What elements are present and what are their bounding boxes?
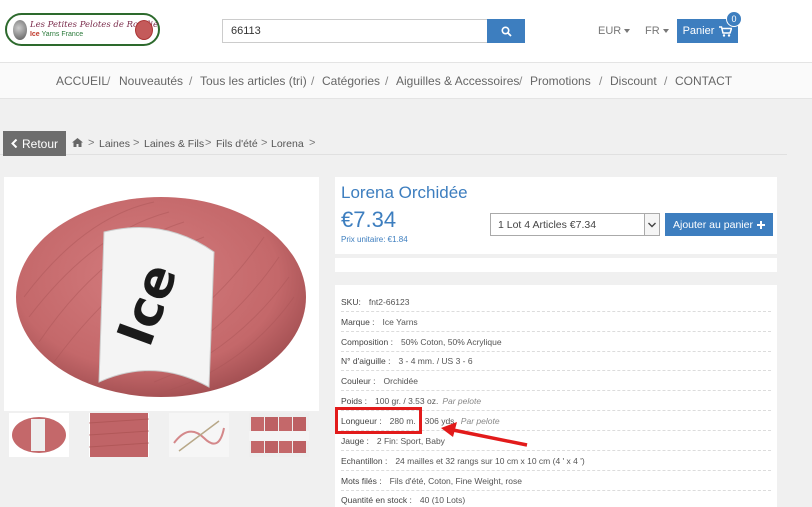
- nav-item-promotions[interactable]: Promotions: [530, 74, 591, 88]
- knitting-sample-image: [169, 413, 229, 457]
- chevron-down-icon: [644, 214, 659, 235]
- detail-row-composition: Composition :50% Coton, 50% Acrylique: [341, 332, 771, 352]
- cart-count-badge: 0: [726, 11, 742, 27]
- detail-row-brand: Marque : Ice Yarns: [341, 312, 771, 332]
- nav-item-accueil[interactable]: ACCUEIL: [56, 74, 108, 88]
- search-button[interactable]: [487, 19, 525, 43]
- detail-row-color: Couleur : Orchidée: [341, 371, 771, 391]
- breadcrumb-fils-ete[interactable]: Fils d'été: [216, 138, 258, 150]
- length-highlight-box: [335, 407, 422, 434]
- thumbnail-1[interactable]: [9, 413, 69, 457]
- search-input[interactable]: [222, 19, 487, 43]
- breadcrumb-laines[interactable]: Laines: [99, 138, 130, 150]
- caret-down-icon: [662, 29, 669, 34]
- cart-label: Panier: [682, 25, 715, 37]
- detail-row-needle: N° d'aiguille :3 - 4 mm. / US 3 - 6: [341, 351, 771, 371]
- nav-item-categories[interactable]: Catégories: [322, 74, 380, 88]
- back-button[interactable]: Retour: [3, 131, 66, 156]
- main-nav: ACCUEIL / Nouveautés / Tous les articles…: [0, 62, 812, 99]
- detail-row-keywords: Mots filés : Fils d'été, Coton, Fine Weig…: [341, 471, 771, 491]
- annotation-arrow-icon: [441, 422, 528, 447]
- detail-row-stock: Quantité en stock :40 (10 Lots): [341, 495, 466, 505]
- lot-select[interactable]: 1 Lot 4 Articles €7.34: [490, 213, 660, 236]
- product-price: €7.34: [341, 207, 397, 232]
- add-to-cart-button[interactable]: Ajouter au panier: [665, 213, 773, 236]
- site-header: Les Petites Pelotes de Rosalie Ice Yarns…: [0, 0, 812, 62]
- chevron-left-icon: [11, 139, 18, 148]
- nav-item-nouveautes[interactable]: Nouveautés: [119, 74, 183, 88]
- plus-icon: [756, 220, 765, 229]
- detail-row-sample: Echantillon :24 mailles et 32 rangs sur …: [341, 451, 771, 471]
- search-icon: [500, 25, 512, 37]
- nav-item-aiguilles-accessoires[interactable]: Aiguilles & Accessoires: [396, 74, 519, 88]
- detail-row-sku: SKU: fnt2-66123: [341, 292, 771, 312]
- yarn-ball-image: Ice: [16, 197, 306, 397]
- product-title: Lorena Orchidée: [341, 183, 468, 202]
- yarn-texture-image: [88, 413, 150, 457]
- thumbnail-3[interactable]: [169, 413, 229, 457]
- thumbnail-2[interactable]: [88, 413, 150, 457]
- nav-item-discount[interactable]: Discount: [610, 74, 657, 88]
- yarn-pack-image: [249, 413, 309, 457]
- currency-selector[interactable]: EUR: [598, 25, 631, 37]
- yarn-ball-icon: [13, 19, 27, 40]
- yarn-thumbnail-image: [12, 417, 66, 453]
- nav-item-contact[interactable]: CONTACT: [675, 74, 732, 88]
- nav-item-tous-les-articles[interactable]: Tous les articles (tri): [200, 74, 307, 88]
- cart-icon: [719, 25, 733, 37]
- site-logo[interactable]: Les Petites Pelotes de Rosalie Ice Yarns…: [5, 13, 160, 46]
- breadcrumb-lorena[interactable]: Lorena: [271, 138, 304, 150]
- logo-portrait: [135, 20, 153, 40]
- detail-row-gauge: Jauge :2 Fin: Sport, Baby: [341, 431, 771, 451]
- separator-strip: [335, 258, 777, 272]
- breadcrumb-laines-fils[interactable]: Laines & Fils: [144, 138, 204, 150]
- thumbnail-4[interactable]: [249, 413, 309, 457]
- unit-price: Prix unitaire: €1.84: [341, 235, 408, 244]
- product-main-image[interactable]: Ice: [4, 177, 319, 411]
- caret-down-icon: [624, 29, 631, 34]
- language-selector[interactable]: FR: [645, 25, 669, 37]
- home-icon[interactable]: [72, 138, 83, 147]
